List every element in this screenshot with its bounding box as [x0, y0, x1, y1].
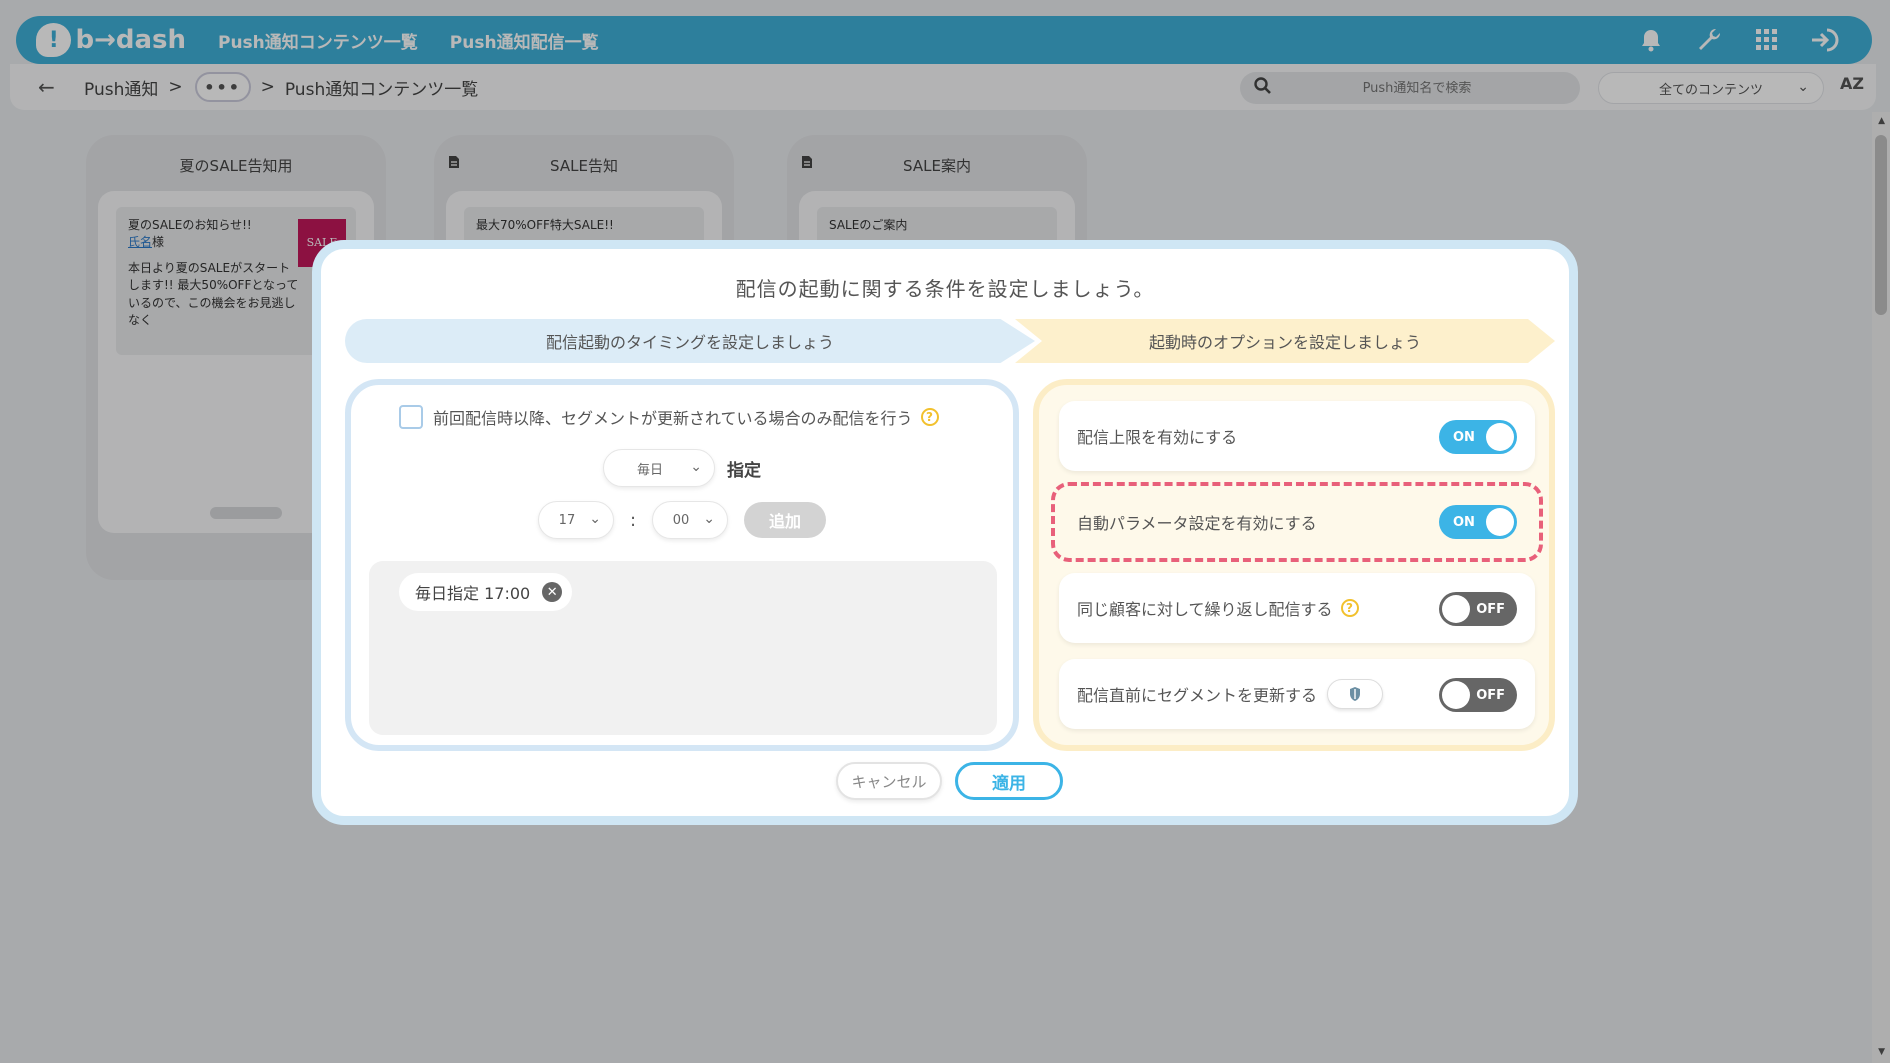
option-repeat-delivery: 同じ顧客に対して繰り返し配信する ? OFF: [1059, 573, 1535, 643]
chevron-down-icon: ⌄: [703, 511, 716, 527]
segment-update-label: 前回配信時以降、セグメントが更新されている場合のみ配信を行う: [433, 409, 913, 428]
toggle-state: ON: [1453, 429, 1475, 445]
option-segment-refresh: 配信直前にセグメントを更新する OFF: [1059, 659, 1535, 729]
option-label: 配信直前にセグメントを更新する: [1077, 686, 1318, 705]
frequency-suffix: 指定: [727, 460, 761, 481]
schedule-chip-label: 毎日指定 17:00: [415, 584, 531, 603]
auto-parameter-toggle[interactable]: ON: [1439, 505, 1517, 539]
toggle-knob: [1442, 681, 1470, 709]
timing-panel: 前回配信時以降、セグメントが更新されている場合のみ配信を行う ? 毎日 ⌄ 指定…: [345, 379, 1019, 751]
segment-update-condition: 前回配信時以降、セグメントが更新されている場合のみ配信を行う ?: [399, 405, 939, 429]
schedule-chip: 毎日指定 17:00 ✕: [399, 573, 573, 611]
toggle-state: OFF: [1476, 687, 1505, 703]
add-schedule-button[interactable]: 追加: [744, 502, 827, 538]
option-label: 自動パラメータ設定を有効にする: [1077, 514, 1317, 533]
repeat-delivery-toggle[interactable]: OFF: [1439, 592, 1517, 626]
modal-title: 配信の起動に関する条件を設定しましょう。: [735, 277, 1155, 301]
help-icon[interactable]: ?: [1340, 599, 1359, 617]
apply-button[interactable]: 適用: [955, 762, 1063, 800]
toggle-knob: [1442, 595, 1470, 623]
shield-badge[interactable]: [1327, 679, 1384, 709]
toggle-state: ON: [1453, 514, 1475, 530]
segment-refresh-toggle[interactable]: OFF: [1439, 678, 1517, 712]
help-icon[interactable]: ?: [920, 408, 939, 426]
frequency-select[interactable]: 毎日 ⌄: [603, 449, 715, 487]
chevron-down-icon: ⌄: [690, 459, 702, 475]
step-timing[interactable]: 配信起動のタイミングを設定しましょう: [345, 319, 1035, 363]
shield-icon: [1350, 687, 1361, 701]
cancel-button[interactable]: キャンセル: [836, 762, 942, 800]
hour-select[interactable]: 17 ⌄: [537, 501, 614, 539]
toggle-knob: [1486, 508, 1514, 536]
minute-value: 00: [672, 512, 690, 528]
toggle-state: OFF: [1476, 601, 1505, 617]
options-panel: 配信上限を有効にする ON 自動パラメータ設定を有効にする ON 同じ顧客に対し…: [1033, 379, 1555, 751]
schedule-list: 毎日指定 17:00 ✕: [369, 561, 997, 735]
frequency-value: 毎日: [636, 462, 663, 478]
option-delivery-limit: 配信上限を有効にする ON: [1059, 401, 1535, 471]
segment-update-checkbox[interactable]: [399, 405, 423, 429]
option-label: 同じ顧客に対して繰り返し配信する: [1077, 600, 1333, 619]
toggle-knob: [1486, 423, 1514, 451]
minute-select[interactable]: 00 ⌄: [652, 501, 729, 539]
chevron-down-icon: ⌄: [589, 511, 601, 527]
option-label: 配信上限を有効にする: [1077, 428, 1238, 447]
trigger-condition-modal: 配信の起動に関する条件を設定しましょう。 配信起動のタイミングを設定しましょう …: [312, 240, 1578, 825]
option-auto-parameter: 自動パラメータ設定を有効にする ON: [1059, 487, 1535, 557]
delivery-limit-toggle[interactable]: ON: [1439, 420, 1517, 454]
step-options[interactable]: 起動時のオプションを設定しましょう: [1015, 319, 1555, 363]
time-colon: :: [629, 509, 637, 531]
hour-value: 17: [558, 512, 576, 528]
remove-schedule-icon[interactable]: ✕: [542, 582, 563, 602]
